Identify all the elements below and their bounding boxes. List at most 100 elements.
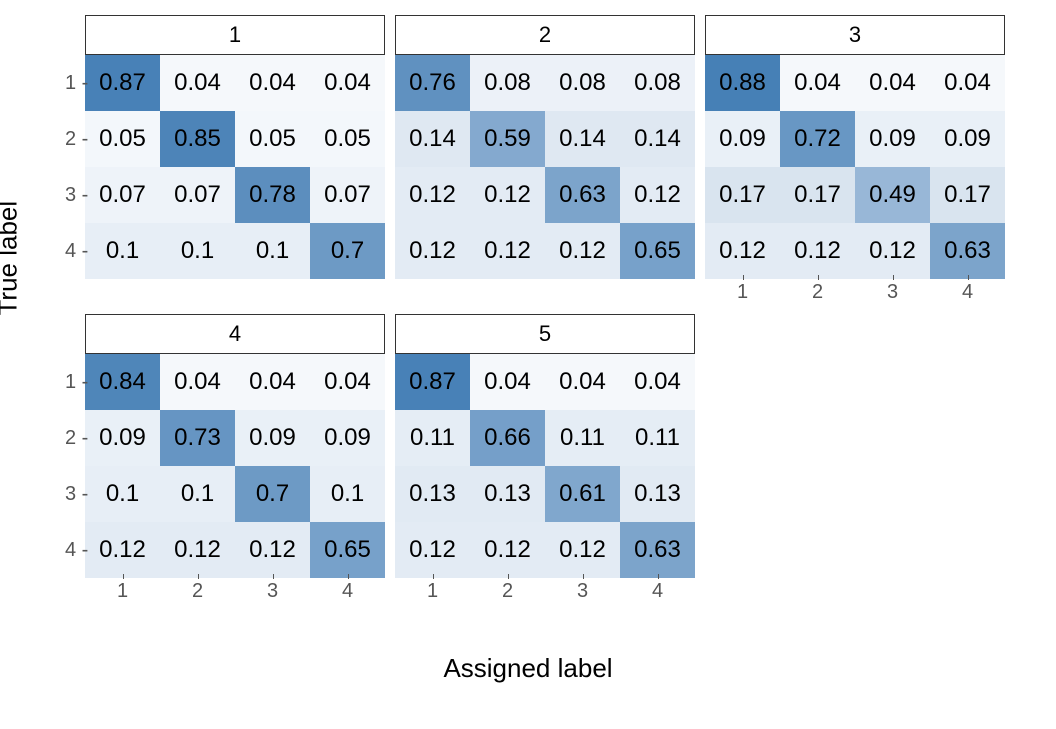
panel-header: 2 xyxy=(395,15,695,55)
heatmap-cell: 0.04 xyxy=(160,55,235,111)
heatmap-cell: 0.63 xyxy=(620,522,695,578)
heatmap-cell: 0.05 xyxy=(85,111,160,167)
heatmap-cell: 0.63 xyxy=(545,167,620,223)
heatmap-cell: 0.04 xyxy=(470,354,545,410)
heatmap-cell: 0.12 xyxy=(470,167,545,223)
heatmap-cell: 0.76 xyxy=(395,55,470,111)
heatmap-cell: 0.72 xyxy=(780,111,855,167)
heatmap-cell: 0.13 xyxy=(620,466,695,522)
y-tick: 4 - xyxy=(65,223,88,279)
heatmap-cell: 0.17 xyxy=(705,167,780,223)
heatmap-cell: 0.84 xyxy=(85,354,160,410)
heatmap-cell: 0.14 xyxy=(395,111,470,167)
heatmap-cell: 0.63 xyxy=(930,223,1005,279)
heatmap-cell: 0.1 xyxy=(235,223,310,279)
chart-area: 1 -2 -3 -4 -10.870.040.040.040.050.850.0… xyxy=(85,15,1046,603)
panel-3: 30.880.040.040.040.090.720.090.090.170.1… xyxy=(705,15,1005,304)
heatmap-cell: 0.12 xyxy=(780,223,855,279)
heatmap-cell: 0.49 xyxy=(855,167,930,223)
heatmap-cell: 0.1 xyxy=(160,223,235,279)
heatmap-cell: 0.7 xyxy=(310,223,385,279)
heatmap-cell: 0.85 xyxy=(160,111,235,167)
x-tick: 4 xyxy=(930,281,1005,304)
y-tick: 3 - xyxy=(65,167,88,223)
x-tick: 4 xyxy=(310,580,385,603)
heatmap-cell: 0.12 xyxy=(395,167,470,223)
panel-1: 1 -2 -3 -4 -10.870.040.040.040.050.850.0… xyxy=(85,15,385,304)
heatmap-cell: 0.09 xyxy=(85,410,160,466)
x-ticks: 1234 xyxy=(85,580,385,603)
y-tick: 1 - xyxy=(65,354,88,410)
heatmap-cell: 0.04 xyxy=(235,354,310,410)
x-tick: 1 xyxy=(705,281,780,304)
heatmap: 0.760.080.080.080.140.590.140.140.120.12… xyxy=(395,55,695,279)
x-tick: 1 xyxy=(395,580,470,603)
heatmap-cell: 0.07 xyxy=(310,167,385,223)
heatmap-cell: 0.04 xyxy=(310,354,385,410)
heatmap-cell: 0.12 xyxy=(545,522,620,578)
y-tick: 4 - xyxy=(65,522,88,578)
y-ticks: 1 -2 -3 -4 - xyxy=(65,354,88,578)
y-axis-label: True label xyxy=(0,201,24,316)
heatmap-cell: 0.04 xyxy=(620,354,695,410)
panel-5: 50.870.040.040.040.110.660.110.110.130.1… xyxy=(395,314,695,603)
panel-header: 5 xyxy=(395,314,695,354)
x-tick: 2 xyxy=(780,281,855,304)
heatmap-cell: 0.12 xyxy=(620,167,695,223)
heatmap-cell: 0.04 xyxy=(780,55,855,111)
heatmap-cell: 0.12 xyxy=(705,223,780,279)
heatmap-cell: 0.08 xyxy=(545,55,620,111)
heatmap-cell: 0.13 xyxy=(470,466,545,522)
heatmap-cell: 0.09 xyxy=(235,410,310,466)
heatmap-cell: 0.12 xyxy=(395,223,470,279)
heatmap-cell: 0.11 xyxy=(545,410,620,466)
heatmap-cell: 0.11 xyxy=(395,410,470,466)
x-ticks: 1234 xyxy=(705,281,1005,304)
heatmap-cell: 0.17 xyxy=(780,167,855,223)
heatmap-cell: 0.07 xyxy=(85,167,160,223)
heatmap-cell: 0.08 xyxy=(620,55,695,111)
y-tick: 1 - xyxy=(65,55,88,111)
panel-header: 1 xyxy=(85,15,385,55)
heatmap-cell: 0.87 xyxy=(85,55,160,111)
x-tick: 2 xyxy=(160,580,235,603)
heatmap: 0.870.040.040.040.110.660.110.110.130.13… xyxy=(395,354,695,578)
heatmap-cell: 0.04 xyxy=(545,354,620,410)
heatmap-cell: 0.1 xyxy=(160,466,235,522)
heatmap-cell: 0.14 xyxy=(620,111,695,167)
heatmap-cell: 0.87 xyxy=(395,354,470,410)
panel-4: 1 -2 -3 -4 -40.840.040.040.040.090.730.0… xyxy=(85,314,385,603)
heatmap-cell: 0.65 xyxy=(310,522,385,578)
heatmap-cell: 0.7 xyxy=(235,466,310,522)
y-ticks: 1 -2 -3 -4 - xyxy=(65,55,88,279)
y-tick: 2 - xyxy=(65,410,88,466)
heatmap-cell: 0.11 xyxy=(620,410,695,466)
heatmap-cell: 0.59 xyxy=(470,111,545,167)
heatmap-cell: 0.05 xyxy=(310,111,385,167)
heatmap-cell: 0.78 xyxy=(235,167,310,223)
heatmap-cell: 0.12 xyxy=(545,223,620,279)
heatmap: 0.880.040.040.040.090.720.090.090.170.17… xyxy=(705,55,1005,279)
x-tick: 1 xyxy=(85,580,160,603)
x-tick: 2 xyxy=(470,580,545,603)
panel-header: 3 xyxy=(705,15,1005,55)
heatmap-cell: 0.12 xyxy=(470,223,545,279)
heatmap-cell: 0.14 xyxy=(545,111,620,167)
x-ticks: 1234 xyxy=(395,580,695,603)
y-tick: 3 - xyxy=(65,466,88,522)
heatmap-cell: 0.12 xyxy=(470,522,545,578)
heatmap: 0.840.040.040.040.090.730.090.090.10.10.… xyxy=(85,354,385,578)
heatmap-cell: 0.05 xyxy=(235,111,310,167)
heatmap: 0.870.040.040.040.050.850.050.050.070.07… xyxy=(85,55,385,279)
heatmap-cell: 0.04 xyxy=(235,55,310,111)
heatmap-cell: 0.1 xyxy=(310,466,385,522)
heatmap-cell: 0.12 xyxy=(395,522,470,578)
heatmap-cell: 0.88 xyxy=(705,55,780,111)
heatmap-cell: 0.09 xyxy=(310,410,385,466)
heatmap-cell: 0.65 xyxy=(620,223,695,279)
heatmap-cell: 0.09 xyxy=(855,111,930,167)
heatmap-cell: 0.07 xyxy=(160,167,235,223)
heatmap-cell: 0.04 xyxy=(930,55,1005,111)
heatmap-cell: 0.12 xyxy=(235,522,310,578)
heatmap-cell: 0.04 xyxy=(160,354,235,410)
